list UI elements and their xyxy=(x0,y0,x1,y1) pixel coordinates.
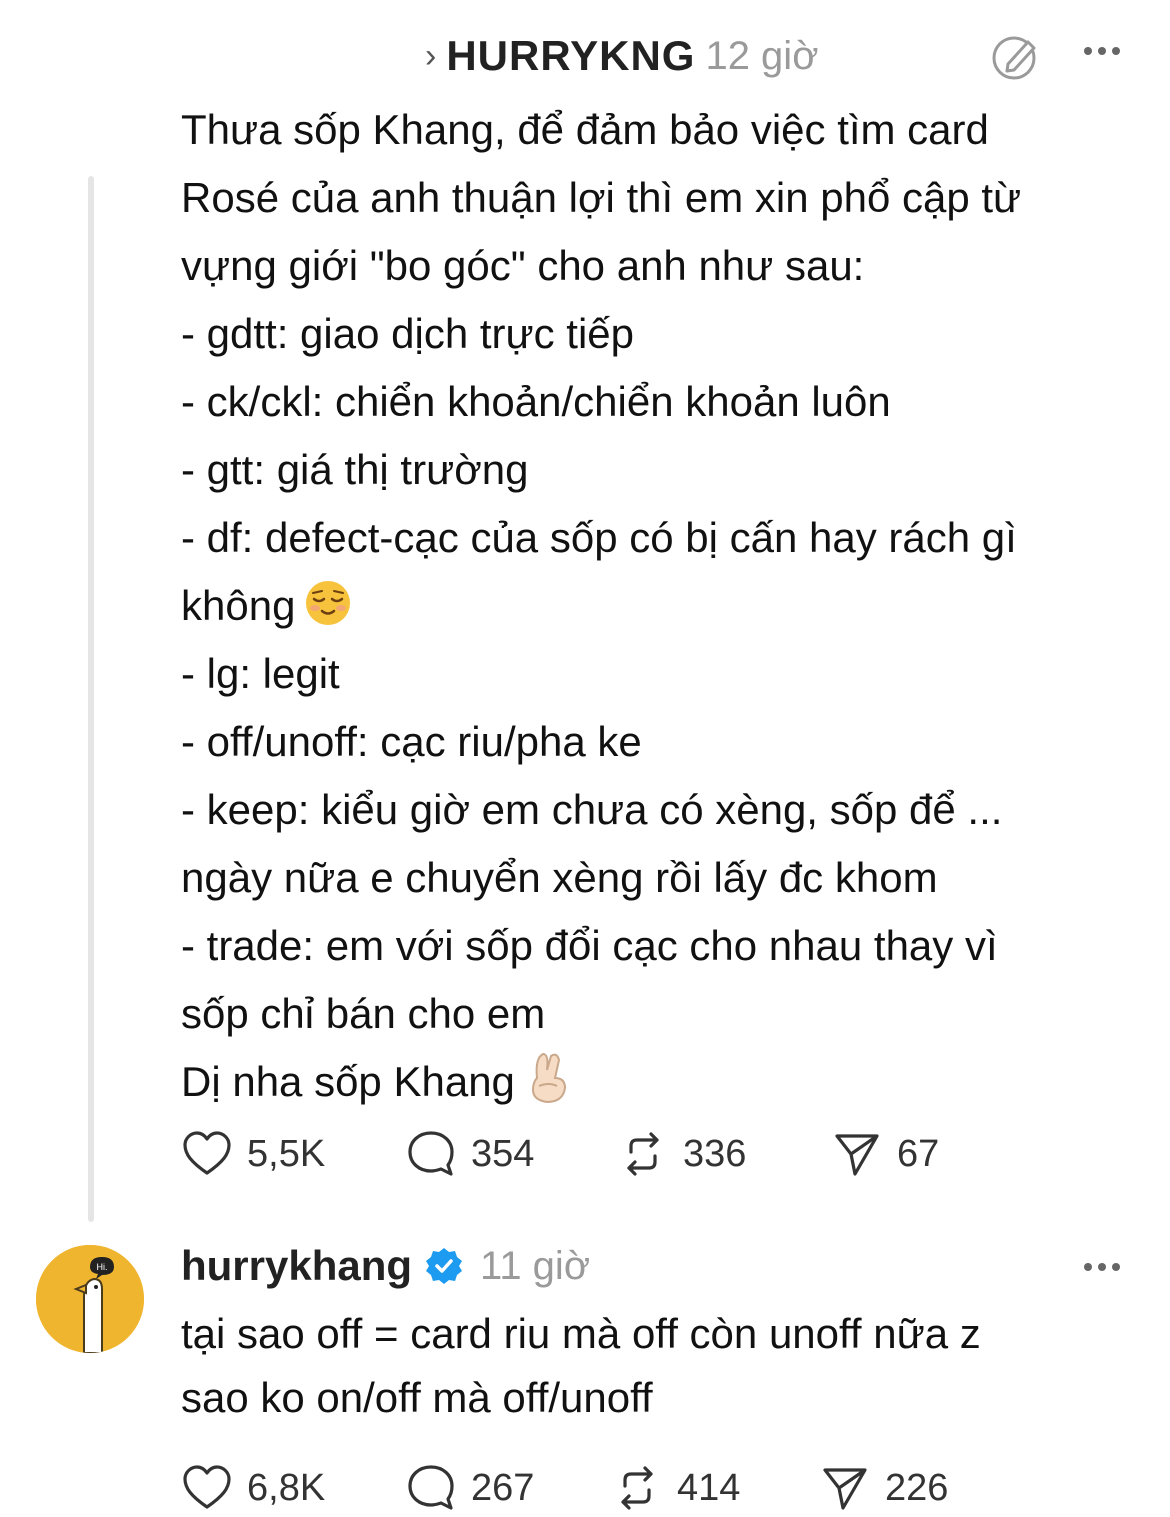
reply-count: 267 xyxy=(471,1467,535,1509)
comment-icon xyxy=(408,1131,454,1176)
repost-count: 336 xyxy=(683,1133,747,1175)
share-button[interactable]: 226 xyxy=(819,1462,948,1514)
reply-body: tại sao off = card riu mà off còn unoff … xyxy=(181,1302,1131,1430)
share-count: 226 xyxy=(885,1467,949,1509)
author-username[interactable]: HURRYKNG xyxy=(446,34,695,78)
reply-count: 354 xyxy=(471,1133,535,1175)
post-line: - trade: em với sốp đổi cạc cho nhau tha… xyxy=(181,922,998,969)
post-line: Thưa sốp Khang, để đảm bảo việc tìm card xyxy=(181,106,989,153)
reply-header: hurrykhang 11 giờ xyxy=(181,1240,590,1292)
send-icon xyxy=(823,1468,867,1510)
reply-username[interactable]: hurrykhang xyxy=(181,1240,412,1292)
avatar[interactable]: Hi. xyxy=(36,1245,144,1353)
relieved-face-emoji-icon xyxy=(306,581,351,625)
repost-icon xyxy=(621,1466,653,1510)
reply-time: 11 giờ xyxy=(480,1244,591,1288)
post-line: - lg: legit xyxy=(181,650,340,697)
post-line-with-emoji: Dị nha sốp Khang xyxy=(181,1048,1131,1116)
post-line: - keep: kiểu giờ em chưa có xèng, sốp để… xyxy=(181,786,1003,833)
reply-button[interactable]: 267 xyxy=(405,1462,611,1514)
share-button[interactable]: 67 xyxy=(831,1128,939,1180)
post-line: ngày nữa e chuyển xèng rồi lấy đc khom xyxy=(181,854,938,901)
edit-icon[interactable] xyxy=(990,30,1042,82)
reply-line: sao ko on/off mà off/unoff xyxy=(181,1374,653,1421)
repost-button[interactable]: 414 xyxy=(611,1462,819,1514)
post-time: 12 giờ xyxy=(705,34,819,78)
send-icon xyxy=(835,1134,879,1176)
reply-actions: 6,8K 267 414 226 xyxy=(181,1462,948,1514)
post-line: - gtt: giá thị trường xyxy=(181,446,529,493)
post-header: › HURRYKNG 12 giờ xyxy=(0,26,1170,90)
post-line-with-emoji: không xyxy=(181,572,1131,640)
post-line: - off/unoff: cạc riu/pha ke xyxy=(181,718,642,765)
repost-icon xyxy=(627,1132,659,1176)
like-count: 5,5K xyxy=(247,1133,326,1175)
post-line: - gdtt: giao dịch trực tiếp xyxy=(181,310,634,357)
like-button[interactable]: 6,8K xyxy=(181,1462,405,1514)
crossed-fingers-emoji-icon xyxy=(531,1052,566,1104)
post-line: - df: defect-cạc của sốp có bị cấn hay r… xyxy=(181,514,1017,561)
post-line: - ck/ckl: chiển khoản/chiển khoản luôn xyxy=(181,378,891,425)
post-actions: 5,5K 354 336 67 xyxy=(181,1128,939,1180)
post-line: Dị nha sốp Khang xyxy=(181,1058,515,1105)
post-line: vựng giới "bo góc" cho anh như sau: xyxy=(181,242,865,289)
repost-count: 414 xyxy=(677,1467,741,1509)
duck-avatar-icon: Hi. xyxy=(36,1245,144,1353)
heart-icon xyxy=(183,1465,231,1509)
post-line: sốp chỉ bán cho em xyxy=(181,990,546,1037)
chevron-right-icon: › xyxy=(425,37,437,75)
heart-icon xyxy=(183,1131,231,1175)
post-body: Thưa sốp Khang, để đảm bảo việc tìm card… xyxy=(181,96,1131,1116)
reply-button[interactable]: 354 xyxy=(405,1128,617,1180)
like-button[interactable]: 5,5K xyxy=(181,1128,405,1180)
verified-badge-icon xyxy=(426,1248,463,1284)
reply-line: tại sao off = card riu mà off còn unoff … xyxy=(181,1310,981,1357)
post-line: Rosé của anh thuận lợi thì em xin phổ cậ… xyxy=(181,174,1022,221)
post-line: không xyxy=(181,582,296,629)
repost-button[interactable]: 336 xyxy=(617,1128,831,1180)
avatar-text: Hi. xyxy=(97,1262,108,1272)
more-options-icon[interactable] xyxy=(1080,1252,1124,1282)
more-options-icon[interactable] xyxy=(1080,36,1124,66)
thread-line xyxy=(88,176,94,1222)
share-count: 67 xyxy=(897,1133,940,1175)
comment-icon xyxy=(408,1465,454,1510)
author-link[interactable]: › HURRYKNG 12 giờ xyxy=(425,34,819,79)
like-count: 6,8K xyxy=(247,1467,326,1509)
